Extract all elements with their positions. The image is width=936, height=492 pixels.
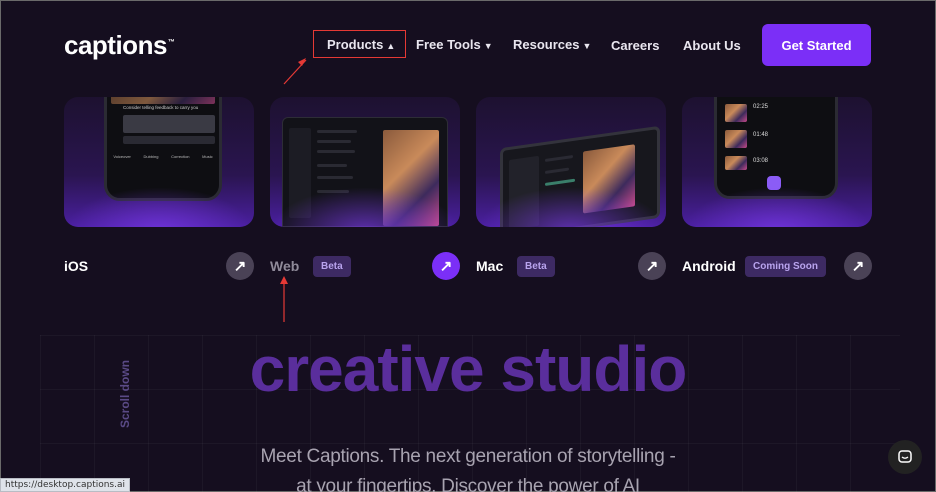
chevron-down-icon: ▼ [582,41,592,51]
annotation-arrow-products [283,58,307,85]
status-bar-url: https://desktop.captions.ai [0,478,131,492]
get-started-button[interactable]: Get Started [762,24,871,66]
web-editor-mock [282,117,448,227]
ios-arrow-button[interactable]: ↗ [226,252,254,280]
ios-toolbar: Voiceover Dubbing Correction Music [113,154,213,159]
chevron-up-icon: ▲ [386,41,396,51]
product-card-android[interactable]: 02:25 01:48 03:08 [682,97,872,227]
arrow-up-right-icon: ↗ [233,258,247,275]
product-label-web: Web [270,258,300,274]
mac-beta-badge: Beta [517,256,555,277]
mac-arrow-button[interactable]: ↗ [638,252,666,280]
nav-careers[interactable]: Careers [611,38,659,53]
web-beta-badge: Beta [313,256,351,277]
scroll-down-label[interactable]: Scroll down [118,338,132,428]
nav-free-tools[interactable]: Free Tools ▼ [416,37,493,52]
video-preview [111,97,215,104]
video-preview [383,130,439,226]
waveform-strip [123,136,215,144]
video-preview [583,144,635,214]
mac-laptop-mock [500,125,660,227]
hero-subtitle-line1: Meet Captions. The next generation of st… [260,446,676,467]
product-card-web[interactable] [270,97,460,227]
nav-resources[interactable]: Resources ▼ [513,37,591,52]
android-phone-mock: 02:25 01:48 03:08 [714,97,838,199]
arrow-up-right-icon: ↗ [645,258,659,275]
product-card-mac[interactable] [476,97,666,227]
chat-icon [898,450,912,463]
chat-button[interactable] [888,440,922,474]
nav-about-us[interactable]: About Us [683,38,741,53]
annotation-arrow-web [280,276,288,322]
chevron-down-icon: ▼ [483,41,493,51]
nav-products[interactable]: Products ▲ [327,37,395,52]
product-card-ios[interactable]: Consider telling feedback to carry you V… [64,97,254,227]
record-icon [767,176,781,190]
android-coming-soon-badge: Coming Soon [745,256,826,277]
android-arrow-button[interactable]: ↗ [844,252,872,280]
arrow-up-right-icon: ↗ [851,258,865,275]
hero-subtitle-line2: at your fingertips. Discover the power o… [296,476,640,492]
caption-text: Consider telling feedback to carry you [123,105,199,110]
hero-title: creative studio [249,333,688,405]
web-arrow-button[interactable]: ↗ [432,252,460,280]
editor-sidebar [289,128,311,218]
product-label-android: Android [682,258,736,274]
ios-phone-mock: Consider telling feedback to carry you V… [104,97,222,201]
arrow-up-right-icon: ↗ [439,258,453,275]
timeline-strip [123,115,215,133]
captions-logo[interactable]: captions™ [64,30,175,61]
product-label-ios: iOS [64,258,89,274]
product-label-mac: Mac [476,258,504,274]
